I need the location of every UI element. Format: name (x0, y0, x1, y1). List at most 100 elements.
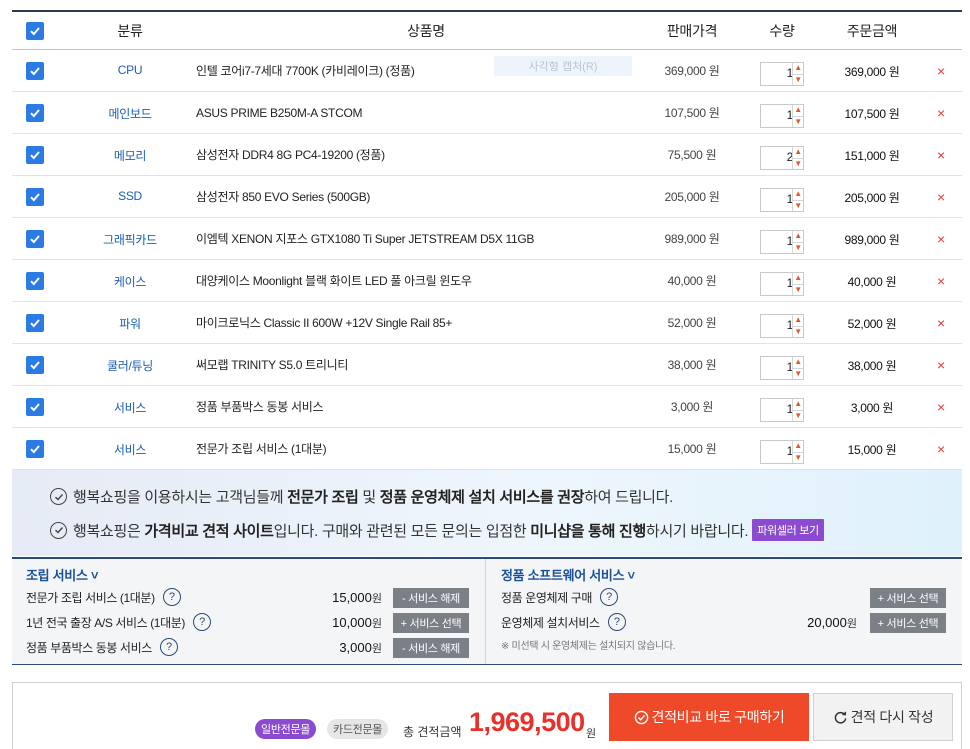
increment-icon[interactable]: ▲ (793, 189, 803, 200)
decrement-icon[interactable]: ▼ (793, 115, 803, 127)
row-checkbox[interactable] (26, 271, 44, 290)
increment-icon[interactable]: ▲ (793, 147, 803, 158)
decrement-icon[interactable]: ▼ (793, 409, 803, 421)
increment-icon[interactable]: ▲ (793, 357, 803, 368)
service-toggle-button[interactable]: - 서비스 해제 (393, 588, 469, 608)
delete-icon[interactable]: × (930, 302, 952, 343)
help-icon[interactable]: ? (192, 613, 211, 631)
help-icon[interactable]: ? (600, 588, 618, 606)
delete-icon[interactable]: × (930, 176, 952, 217)
row-checkbox[interactable] (26, 145, 44, 164)
check-icon (30, 402, 40, 411)
delete-icon[interactable]: × (930, 386, 952, 427)
quantity-value[interactable]: 1 (761, 402, 794, 416)
decrement-icon[interactable]: ▼ (793, 325, 803, 337)
decrement-icon[interactable]: ▼ (793, 451, 803, 463)
help-icon[interactable]: ? (607, 613, 626, 631)
row-category[interactable]: 파워 (80, 302, 180, 343)
row-checkbox[interactable] (26, 187, 44, 206)
increment-icon[interactable]: ▲ (793, 231, 803, 242)
row-category[interactable]: CPU (80, 50, 180, 91)
delete-icon[interactable]: × (930, 134, 952, 175)
tag-general-mall[interactable]: 일반전문몰 (255, 719, 317, 739)
increment-icon[interactable]: ▲ (793, 105, 803, 116)
row-product-name[interactable]: 삼성전자 DDR4 8G PC4-19200 (정품) (196, 134, 656, 175)
select-all-checkbox[interactable] (26, 21, 44, 40)
decrement-icon[interactable]: ▼ (793, 283, 803, 295)
row-checkbox[interactable] (26, 397, 44, 416)
row-checkbox[interactable] (26, 439, 44, 458)
row-category[interactable]: 쿨러/튜닝 (80, 344, 180, 385)
delete-icon[interactable]: × (930, 260, 952, 301)
quantity-stepper[interactable]: 1 ▲ ▼ (760, 439, 804, 464)
quantity-value[interactable]: 1 (761, 318, 794, 332)
row-checkbox[interactable] (26, 103, 44, 122)
row-product-name[interactable]: 삼성전자 850 EVO Series (500GB) (196, 176, 656, 217)
row-product-name[interactable]: 정품 부품박스 동봉 서비스 (196, 386, 656, 427)
row-product-name[interactable]: 마이크로닉스 Classic II 600W +12V Single Rail … (196, 302, 656, 343)
row-checkbox[interactable] (26, 355, 44, 374)
row-category[interactable]: 메모리 (80, 134, 180, 175)
increment-icon[interactable]: ▲ (793, 399, 803, 410)
rewrite-estimate-button[interactable]: 견적 다시 작성 (813, 693, 953, 741)
quantity-value[interactable]: 2 (761, 150, 794, 164)
row-checkbox[interactable] (26, 61, 44, 80)
decrement-icon[interactable]: ▼ (793, 157, 803, 169)
quantity-value[interactable]: 1 (761, 66, 794, 80)
quantity-value[interactable]: 1 (761, 276, 794, 290)
quantity-stepper[interactable]: 1 ▲ ▼ (760, 355, 804, 380)
decrement-icon[interactable]: ▼ (793, 241, 803, 253)
service-toggle-button[interactable]: + 서비스 선택 (870, 613, 946, 633)
increment-icon[interactable]: ▲ (793, 273, 803, 284)
row-product-name[interactable]: 이엠텍 XENON 지포스 GTX1080 Ti Super JETSTREAM… (196, 218, 656, 259)
row-category[interactable]: 서비스 (80, 428, 180, 469)
row-product-name[interactable]: 대양케이스 Moonlight 블랙 화이트 LED 풀 아크릴 윈도우 (196, 260, 656, 301)
row-checkbox[interactable] (26, 229, 44, 248)
row-product-name[interactable]: 전문가 조립 서비스 (1대분) (196, 428, 656, 469)
quantity-stepper[interactable]: 1 ▲ ▼ (760, 271, 804, 296)
software-title[interactable]: 정품 소프트웨어 서비스 ˅ (501, 565, 635, 584)
help-icon[interactable]: ? (159, 638, 178, 656)
decrement-icon[interactable]: ▼ (793, 367, 803, 379)
power-seller-button[interactable]: 파워셀러 보기 (752, 519, 824, 541)
increment-icon[interactable]: ▲ (793, 441, 803, 452)
row-total: 107,500 원 (844, 107, 900, 121)
assembly-title[interactable]: 조립 서비스 ˅ (26, 565, 99, 584)
delete-icon[interactable]: × (930, 428, 952, 469)
row-check-cell (26, 386, 44, 427)
service-toggle-button[interactable]: - 서비스 해제 (393, 638, 469, 658)
delete-icon[interactable]: × (930, 92, 952, 133)
buy-now-button[interactable]: 견적비교 바로 구매하기 (609, 693, 809, 741)
quantity-stepper[interactable]: 1 ▲ ▼ (760, 229, 804, 254)
quantity-value[interactable]: 1 (761, 234, 794, 248)
delete-icon[interactable]: × (930, 50, 952, 91)
row-product-name[interactable]: ASUS PRIME B250M-A STCOM (196, 92, 656, 133)
decrement-icon[interactable]: ▼ (793, 199, 803, 211)
quantity-value[interactable]: 1 (761, 192, 794, 206)
service-toggle-button[interactable]: + 서비스 선택 (393, 613, 469, 633)
quantity-stepper[interactable]: 2 ▲ ▼ (760, 145, 804, 170)
service-toggle-button[interactable]: + 서비스 선택 (870, 588, 946, 608)
quantity-value[interactable]: 1 (761, 360, 794, 374)
tag-card-mall[interactable]: 카드전문몰 (327, 719, 389, 739)
row-category[interactable]: SSD (80, 176, 180, 217)
row-product-name[interactable]: 써모랩 TRINITY S5.0 트리니티 (196, 344, 656, 385)
quantity-stepper[interactable]: 1 ▲ ▼ (760, 187, 804, 212)
row-category[interactable]: 서비스 (80, 386, 180, 427)
quantity-stepper[interactable]: 1 ▲ ▼ (760, 397, 804, 422)
quantity-value[interactable]: 1 (761, 444, 794, 458)
quantity-stepper[interactable]: 1 ▲ ▼ (760, 61, 804, 86)
help-icon[interactable]: ? (162, 588, 181, 606)
row-category[interactable]: 메인보드 (80, 92, 180, 133)
quantity-stepper[interactable]: 1 ▲ ▼ (760, 103, 804, 128)
delete-icon[interactable]: × (930, 344, 952, 385)
row-category[interactable]: 케이스 (80, 260, 180, 301)
row-checkbox[interactable] (26, 313, 44, 332)
quantity-value[interactable]: 1 (761, 108, 794, 122)
delete-icon[interactable]: × (930, 218, 952, 259)
increment-icon[interactable]: ▲ (793, 315, 803, 326)
quantity-stepper[interactable]: 1 ▲ ▼ (760, 313, 804, 338)
decrement-icon[interactable]: ▼ (793, 73, 803, 85)
row-category[interactable]: 그래픽카드 (80, 218, 180, 259)
increment-icon[interactable]: ▲ (793, 63, 803, 74)
